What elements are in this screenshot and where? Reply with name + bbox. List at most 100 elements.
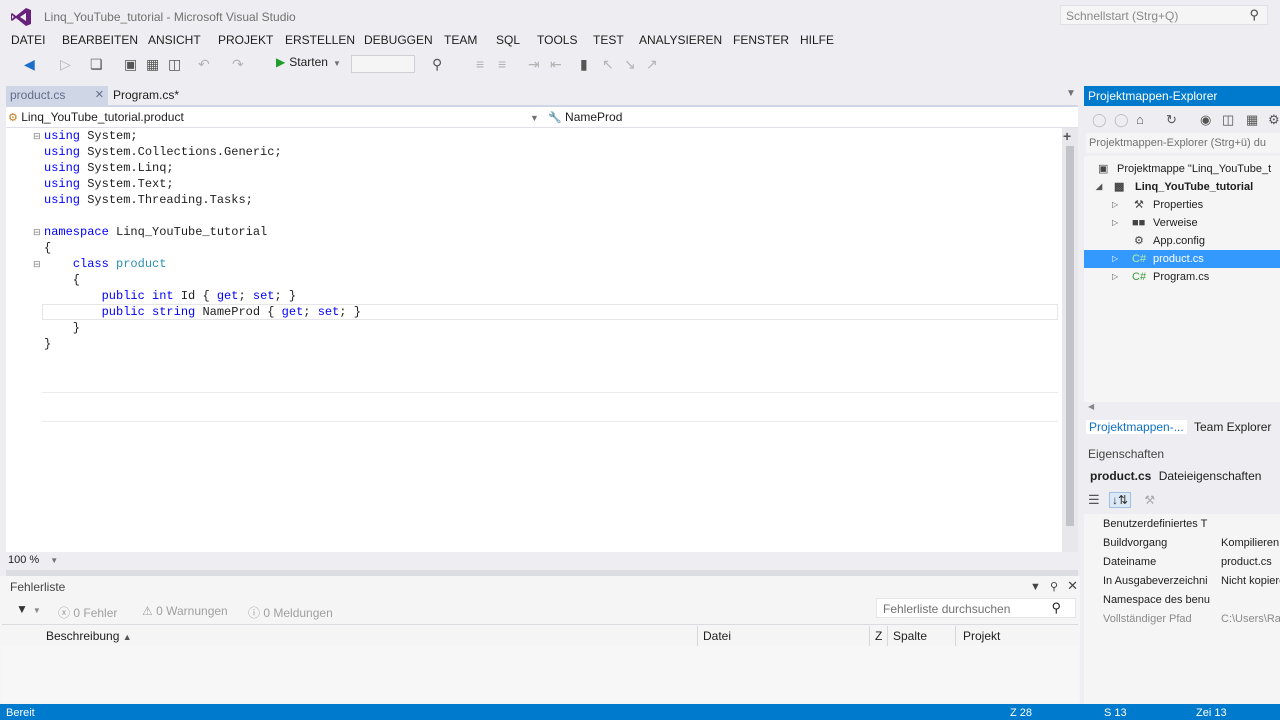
expanded-arrow-icon[interactable]: ◢ xyxy=(1096,178,1102,196)
properties-object-selector[interactable]: product.cs Dateieigenschaften xyxy=(1090,469,1261,483)
save-icon[interactable]: ▦ xyxy=(146,56,159,72)
menu-ansicht[interactable]: ANSICHT xyxy=(148,33,201,47)
undo-icon[interactable]: ↶ xyxy=(198,56,210,72)
column-line[interactable]: Z xyxy=(875,629,882,643)
collapsed-arrow-icon[interactable]: ▷ xyxy=(1112,250,1118,268)
comment-icon[interactable]: ≡ xyxy=(476,56,484,72)
property-pages-icon[interactable]: ⚒ xyxy=(1144,493,1155,507)
show-all-files-icon[interactable]: ▦ xyxy=(1246,112,1258,128)
code-line[interactable]: public string NameProd { get; set; } xyxy=(44,304,361,320)
new-project-icon[interactable]: ❏ xyxy=(90,56,103,72)
scrollbar-thumb[interactable] xyxy=(1066,146,1074,526)
next-bookmark-icon[interactable]: ↘ xyxy=(624,56,636,72)
solution-explorer-title[interactable]: Projektmappen-Explorer xyxy=(1084,86,1280,106)
property-row[interactable]: Namespace des benu xyxy=(1103,591,1280,610)
menu-erstellen[interactable]: ERSTELLEN xyxy=(285,33,355,47)
menu-team[interactable]: TEAM xyxy=(444,33,477,47)
code-line[interactable]: using System.Collections.Generic; xyxy=(44,144,361,160)
warnings-toggle[interactable]: ⚠ 0 Warnungen xyxy=(142,604,228,618)
tab-product-cs[interactable]: product.cs ✕ xyxy=(6,86,108,105)
property-row[interactable]: Benutzerdefiniertes T xyxy=(1103,515,1280,534)
menu-test[interactable]: TEST xyxy=(593,33,624,47)
tree-node-app-config[interactable]: ⚙ App.config xyxy=(1084,232,1280,250)
menu-bearbeiten[interactable]: BEARBEITEN xyxy=(62,33,138,47)
property-row[interactable]: Dateiname product.cs xyxy=(1103,553,1280,572)
menu-hilfe[interactable]: HILFE xyxy=(800,33,834,47)
code-line[interactable]: { xyxy=(44,272,361,288)
menu-datei[interactable]: DATEI xyxy=(11,33,45,47)
code-line[interactable]: class product xyxy=(44,256,361,272)
solution-tree-horizontal-scrollbar[interactable]: ◀ xyxy=(1084,402,1280,416)
back-icon[interactable]: ◯ xyxy=(1092,112,1107,128)
tree-node-program-cs[interactable]: ▷ C# Program.cs xyxy=(1084,268,1280,286)
code-line[interactable]: using System.Linq; xyxy=(44,160,361,176)
save-all-icon[interactable]: ◫ xyxy=(168,56,181,72)
collapsed-arrow-icon[interactable]: ▷ xyxy=(1112,268,1118,286)
pin-icon[interactable]: ⚲ xyxy=(1050,581,1058,593)
properties-icon[interactable]: ⚙ xyxy=(1268,112,1280,128)
menu-debuggen[interactable]: DEBUGGEN xyxy=(364,33,433,47)
member-navigation-dropdown[interactable]: 🔧 NameProd xyxy=(548,110,1068,124)
tab-solution-explorer[interactable]: Projektmappen-... xyxy=(1086,420,1187,434)
errors-toggle[interactable]: ⓧ 0 Fehler xyxy=(58,604,117,621)
code-line[interactable]: using System; xyxy=(44,128,361,144)
menu-analysieren[interactable]: ANALYSIEREN xyxy=(639,33,722,47)
menu-projekt[interactable]: PROJEKT xyxy=(218,33,273,47)
menu-sql[interactable]: SQL xyxy=(496,33,520,47)
solution-explorer-search-input[interactable]: Projektmappen-Explorer (Strg+ü) du xyxy=(1086,133,1280,153)
refresh-icon[interactable]: ◉ xyxy=(1200,112,1211,128)
messages-toggle[interactable]: ⓘ 0 Meldungen xyxy=(248,604,333,621)
editor-vertical-scrollbar[interactable] xyxy=(1062,128,1078,552)
code-line[interactable]: { xyxy=(44,240,361,256)
clear-bookmarks-icon[interactable]: ↗ xyxy=(646,56,658,72)
type-navigation-dropdown[interactable]: ⚙ Linq_YouTube_tutorial.product ▼ xyxy=(8,110,539,124)
tree-node-project[interactable]: ◢ ▩ Linq_YouTube_tutorial xyxy=(1084,178,1280,196)
code-lines[interactable]: using System; using System.Collections.Ge… xyxy=(44,128,361,352)
column-divider[interactable] xyxy=(697,626,698,646)
property-row[interactable]: Vollständiger Pfad C:\Users\Ra xyxy=(1103,610,1280,629)
zoom-level-dropdown[interactable]: 100 % ▼ xyxy=(8,554,58,566)
scroll-left-icon[interactable]: ◀ xyxy=(1088,402,1094,411)
editor-horizontal-scrollbar[interactable] xyxy=(6,552,1062,568)
column-project[interactable]: Projekt xyxy=(963,629,1000,643)
redo-icon[interactable]: ↷ xyxy=(232,56,244,72)
search-icon[interactable]: ⚲ xyxy=(1249,7,1259,23)
property-row[interactable]: In AusgabeverzeichniNicht kopieren xyxy=(1103,572,1280,591)
sync-icon[interactable]: ↻ xyxy=(1166,112,1177,128)
indent-icon[interactable]: ⇥ xyxy=(528,56,540,72)
filter-icon[interactable]: ▼ ▼ xyxy=(16,602,41,616)
forward-icon[interactable]: ◯ xyxy=(1114,112,1129,128)
categorized-icon[interactable]: ☰ xyxy=(1088,492,1100,507)
alphabetical-icon[interactable]: ↓⇅ xyxy=(1109,492,1132,508)
collapse-all-icon[interactable]: ◫ xyxy=(1222,112,1234,128)
window-position-dropdown-icon[interactable]: ▼ xyxy=(1030,581,1041,593)
prev-bookmark-icon[interactable]: ↖ xyxy=(602,56,614,72)
quick-launch-input[interactable]: Schnellstart (Strg+Q) ⚲ xyxy=(1060,5,1268,25)
code-line[interactable]: } xyxy=(44,336,361,352)
tab-program-cs[interactable]: Program.cs* xyxy=(110,86,190,105)
navigate-back-icon[interactable]: ◀ xyxy=(24,56,35,72)
close-tab-icon[interactable]: ✕ xyxy=(95,86,104,105)
property-row[interactable]: Buildvorgang Kompilieren xyxy=(1103,534,1280,553)
code-line[interactable]: using System.Threading.Tasks; xyxy=(44,192,361,208)
bookmark-icon[interactable]: ▮ xyxy=(580,56,588,72)
column-divider[interactable] xyxy=(887,626,888,646)
column-description[interactable]: Beschreibung ▲ xyxy=(46,629,132,643)
tabs-overflow-dropdown-icon[interactable]: ▼ xyxy=(1066,88,1076,99)
code-line[interactable]: public int Id { get; set; } xyxy=(44,288,361,304)
code-line[interactable] xyxy=(44,208,361,224)
tree-node-references[interactable]: ▷ ■■ Verweise xyxy=(1084,214,1280,232)
collapse-namespace-icon[interactable]: ⊟ xyxy=(33,227,41,238)
solution-config-dropdown[interactable] xyxy=(351,55,415,73)
start-debug-button[interactable]: ▶ Starten ▼ xyxy=(276,55,341,73)
column-file[interactable]: Datei xyxy=(703,629,731,643)
outdent-icon[interactable]: ⇤ xyxy=(550,56,562,72)
code-line[interactable]: namespace Linq_YouTube_tutorial xyxy=(44,224,361,240)
collapsed-arrow-icon[interactable]: ▷ xyxy=(1112,196,1118,214)
tree-node-solution[interactable]: ▣ Projektmappe "Linq_YouTube_t xyxy=(1084,160,1280,178)
tree-node-product-cs[interactable]: ▷ C# product.cs xyxy=(1084,250,1280,268)
open-file-icon[interactable]: ▣ xyxy=(124,56,137,72)
find-in-files-icon[interactable]: ⚲ xyxy=(432,56,442,72)
column-divider[interactable] xyxy=(869,626,870,646)
collapsed-arrow-icon[interactable]: ▷ xyxy=(1112,214,1118,232)
